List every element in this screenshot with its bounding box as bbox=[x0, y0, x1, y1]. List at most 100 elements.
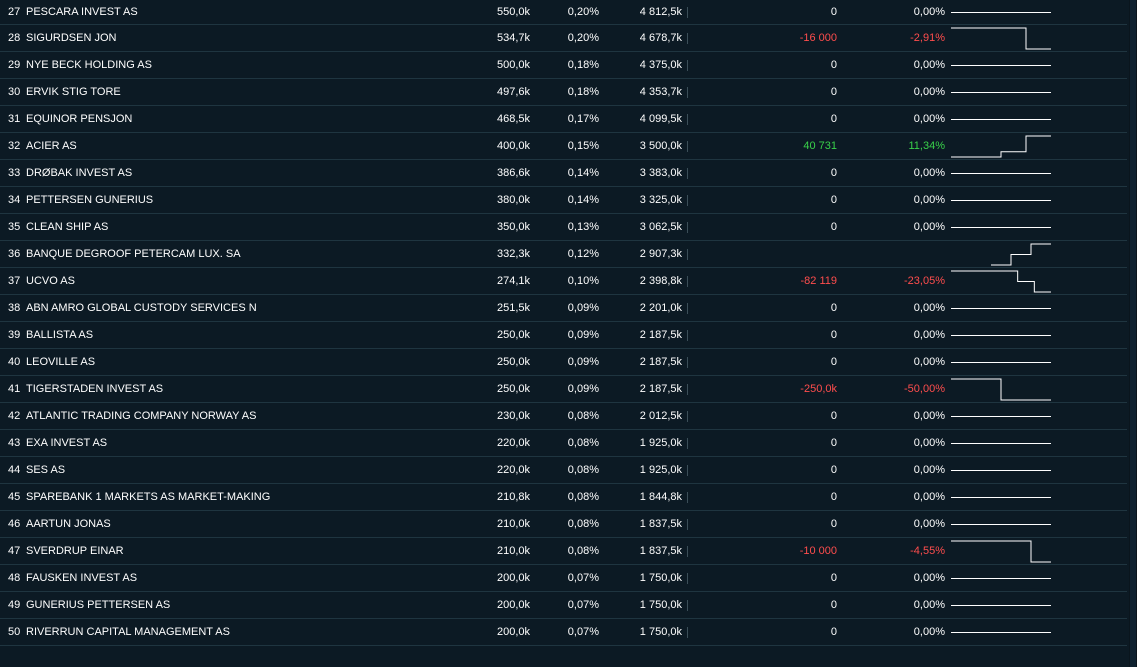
shareholder-name[interactable]: LEOVILLE AS bbox=[26, 356, 95, 368]
table-row[interactable]: 50 RIVERRUN CAPITAL MANAGEMENT AS 200,0k 0,… bbox=[0, 619, 1127, 646]
shareholder-name-cell[interactable]: 50 RIVERRUN CAPITAL MANAGEMENT AS bbox=[8, 619, 478, 646]
shares-count: 200,0k bbox=[496, 599, 530, 611]
holding-value: 2 187,5k bbox=[639, 356, 682, 368]
change-percent: -23,05% bbox=[904, 275, 945, 287]
scrollbar-track[interactable] bbox=[1129, 0, 1137, 667]
table-row[interactable]: 37 UCVO AS 274,1k 0,10% 2 398,8k -82 119 -23,0… bbox=[0, 268, 1127, 295]
shareholder-name[interactable]: SIGURDSEN JON bbox=[26, 32, 116, 44]
table-row[interactable]: 47 SVERDRUP EINAR 210,0k 0,08% 1 837,5k -10 0… bbox=[0, 538, 1127, 565]
table-row[interactable]: 43 EXA INVEST AS 220,0k 0,08% 1 925,0k 0 0,00% bbox=[0, 430, 1127, 457]
shareholder-name[interactable]: GUNERIUS PETTERSEN AS bbox=[26, 599, 170, 611]
shareholder-name[interactable]: UCVO AS bbox=[26, 275, 75, 287]
table-row[interactable]: 32 ACIER AS 400,0k 0,15% 3 500,0k 40 731 11,34… bbox=[0, 133, 1127, 160]
table-row[interactable]: 48 FAUSKEN INVEST AS 200,0k 0,07% 1 750,0k 0 0… bbox=[0, 565, 1127, 592]
table-row[interactable]: 31 EQUINOR PENSJON 468,5k 0,17% 4 099,5k 0 0,0… bbox=[0, 106, 1127, 133]
table-row[interactable]: 46 AARTUN JONAS 210,0k 0,08% 1 837,5k 0 0,00% bbox=[0, 511, 1127, 538]
shareholder-name[interactable]: SVERDRUP EINAR bbox=[26, 545, 124, 557]
shareholder-name-cell[interactable]: 43 EXA INVEST AS bbox=[8, 430, 478, 457]
shareholder-name[interactable]: RIVERRUN CAPITAL MANAGEMENT AS bbox=[26, 626, 230, 638]
shareholder-name[interactable]: EXA INVEST AS bbox=[26, 437, 107, 449]
shareholder-name-cell[interactable]: 34 PETTERSEN GUNERIUS bbox=[8, 187, 478, 214]
shareholder-name-cell[interactable]: 42 ATLANTIC TRADING COMPANY NORWAY AS bbox=[8, 403, 478, 430]
change-amount bbox=[747, 241, 837, 268]
trend-sparkline bbox=[991, 243, 1051, 266]
change-amount: 0 bbox=[830, 302, 837, 314]
table-row[interactable]: 40 LEOVILLE AS 250,0k 0,09% 2 187,5k 0 0,00% bbox=[0, 349, 1127, 376]
shareholder-name[interactable]: FAUSKEN INVEST AS bbox=[26, 572, 137, 584]
table-row[interactable]: 39 BALLISTA AS 250,0k 0,09% 2 187,5k 0 0,00% bbox=[0, 322, 1127, 349]
shareholder-name[interactable]: ERVIK STIG TORE bbox=[26, 86, 121, 98]
shareholder-name-cell[interactable]: 40 LEOVILLE AS bbox=[8, 349, 478, 376]
shareholder-name-cell[interactable]: 46 AARTUN JONAS bbox=[8, 511, 478, 538]
table-row[interactable]: 33 DRØBAK INVEST AS 386,6k 0,14% 3 383,0k 0 0,… bbox=[0, 160, 1127, 187]
shareholder-name[interactable]: ATLANTIC TRADING COMPANY NORWAY AS bbox=[26, 410, 256, 422]
change-amount: 0 bbox=[830, 572, 837, 584]
shareholder-name-cell[interactable]: 30 ERVIK STIG TORE bbox=[8, 79, 478, 106]
shareholder-name-cell[interactable]: 28 SIGURDSEN JON bbox=[8, 25, 478, 52]
shareholder-name[interactable]: EQUINOR PENSJON bbox=[26, 113, 132, 125]
shareholder-name-cell[interactable]: 45 SPAREBANK 1 MARKETS AS MARKET-MAKING bbox=[8, 484, 478, 511]
shareholder-name[interactable]: PETTERSEN GUNERIUS bbox=[26, 194, 153, 206]
shareholder-name-cell[interactable]: 48 FAUSKEN INVEST AS bbox=[8, 565, 478, 592]
shareholder-name-cell[interactable]: 32 ACIER AS bbox=[8, 133, 478, 160]
shareholder-name[interactable]: BANQUE DEGROOF PETERCAM LUX. SA bbox=[26, 248, 241, 260]
shareholder-name-cell[interactable]: 37 UCVO AS bbox=[8, 268, 478, 295]
table-row[interactable]: 49 GUNERIUS PETTERSEN AS 200,0k 0,07% 1 750,… bbox=[0, 592, 1127, 619]
ownership-percent: 0,10% bbox=[567, 275, 599, 287]
table-row[interactable]: 30 ERVIK STIG TORE 497,6k 0,18% 4 353,7k 0 0,0… bbox=[0, 79, 1127, 106]
rank-number: 36 bbox=[8, 248, 21, 260]
table-row[interactable]: 45 SPAREBANK 1 MARKETS AS MARKET-MAKING 21… bbox=[0, 484, 1127, 511]
trend-sparkline bbox=[951, 227, 1051, 228]
shareholder-name-cell[interactable]: 41 TIGERSTADEN INVEST AS bbox=[8, 376, 478, 403]
change-percent: 0,00% bbox=[913, 86, 945, 98]
sparkline-path bbox=[951, 540, 1051, 563]
rank-number: 39 bbox=[8, 329, 21, 341]
shareholder-name[interactable]: SES AS bbox=[26, 464, 65, 476]
shareholder-name-cell[interactable]: 29 NYE BECK HOLDING AS bbox=[8, 52, 478, 79]
shareholder-name-cell[interactable]: 35 CLEAN SHIP AS bbox=[8, 214, 478, 241]
table-row[interactable]: 42 ATLANTIC TRADING COMPANY NORWAY AS 230,… bbox=[0, 403, 1127, 430]
shareholder-name-cell[interactable]: 33 DRØBAK INVEST AS bbox=[8, 160, 478, 187]
shareholder-name[interactable]: SPAREBANK 1 MARKETS AS MARKET-MAKING bbox=[26, 491, 270, 503]
shareholder-name[interactable]: PESCARA INVEST AS bbox=[26, 6, 138, 18]
change-percent: 0,00% bbox=[913, 464, 945, 476]
shareholder-name[interactable]: ACIER AS bbox=[26, 140, 77, 152]
scrollbar-thumb[interactable] bbox=[1130, 0, 1136, 667]
shareholder-name-cell[interactable]: 36 BANQUE DEGROOF PETERCAM LUX. SA bbox=[8, 241, 478, 268]
shareholder-name[interactable]: CLEAN SHIP AS bbox=[26, 221, 108, 233]
shareholder-name[interactable]: TIGERSTADEN INVEST AS bbox=[26, 383, 163, 395]
shareholder-name[interactable]: BALLISTA AS bbox=[26, 329, 93, 341]
column-divider bbox=[687, 222, 688, 233]
table-row[interactable]: 38 ABN AMRO GLOBAL CUSTODY SERVICES N 251,… bbox=[0, 295, 1127, 322]
shares-count: 230,0k bbox=[496, 410, 530, 422]
shareholder-name-cell[interactable]: 47 SVERDRUP EINAR bbox=[8, 538, 478, 565]
table-row[interactable]: 41 TIGERSTADEN INVEST AS 250,0k 0,09% 2 187,… bbox=[0, 376, 1127, 403]
shareholder-name-cell[interactable]: 39 BALLISTA AS bbox=[8, 322, 478, 349]
holding-value: 2 187,5k bbox=[639, 383, 682, 395]
table-row[interactable]: 29 NYE BECK HOLDING AS 500,0k 0,18% 4 375,0k… bbox=[0, 52, 1127, 79]
column-divider bbox=[687, 600, 688, 611]
shareholder-name-cell[interactable]: 31 EQUINOR PENSJON bbox=[8, 106, 478, 133]
shareholder-name-cell[interactable]: 49 GUNERIUS PETTERSEN AS bbox=[8, 592, 478, 619]
shareholder-name-cell[interactable]: 27 PESCARA INVEST AS bbox=[8, 0, 478, 26]
shareholder-name-cell[interactable]: 38 ABN AMRO GLOBAL CUSTODY SERVICES N bbox=[8, 295, 478, 322]
shareholder-list-screen: 27 PESCARA INVEST AS 550,0k 0,20% 4 812,5k 0 0… bbox=[0, 0, 1137, 667]
change-amount: 0 bbox=[830, 59, 837, 71]
shareholder-name[interactable]: ABN AMRO GLOBAL CUSTODY SERVICES N bbox=[26, 302, 257, 314]
shareholder-name-cell[interactable]: 44 SES AS bbox=[8, 457, 478, 484]
shareholder-name[interactable]: NYE BECK HOLDING AS bbox=[26, 59, 152, 71]
rank-number: 32 bbox=[8, 140, 21, 152]
table-row[interactable]: 36 BANQUE DEGROOF PETERCAM LUX. SA 332,3k 0… bbox=[0, 241, 1127, 268]
table-row[interactable]: 34 PETTERSEN GUNERIUS 380,0k 0,14% 3 325,0k 0… bbox=[0, 187, 1127, 214]
shares-count: 220,0k bbox=[496, 464, 530, 476]
rank-number: 45 bbox=[8, 491, 21, 503]
table-row[interactable]: 28 SIGURDSEN JON 534,7k 0,20% 4 678,7k -16 00… bbox=[0, 25, 1127, 52]
trend-sparkline bbox=[951, 497, 1051, 498]
shareholder-name[interactable]: DRØBAK INVEST AS bbox=[26, 167, 132, 179]
table-row[interactable]: 27 PESCARA INVEST AS 550,0k 0,20% 4 812,5k 0 0… bbox=[0, 0, 1127, 25]
shareholder-name[interactable]: AARTUN JONAS bbox=[26, 518, 111, 530]
table-row[interactable]: 44 SES AS 220,0k 0,08% 1 925,0k 0 0,00% bbox=[0, 457, 1127, 484]
table-row[interactable]: 35 CLEAN SHIP AS 350,0k 0,13% 3 062,5k 0 0,00% bbox=[0, 214, 1127, 241]
change-percent: 0,00% bbox=[913, 518, 945, 530]
change-percent bbox=[875, 241, 945, 268]
